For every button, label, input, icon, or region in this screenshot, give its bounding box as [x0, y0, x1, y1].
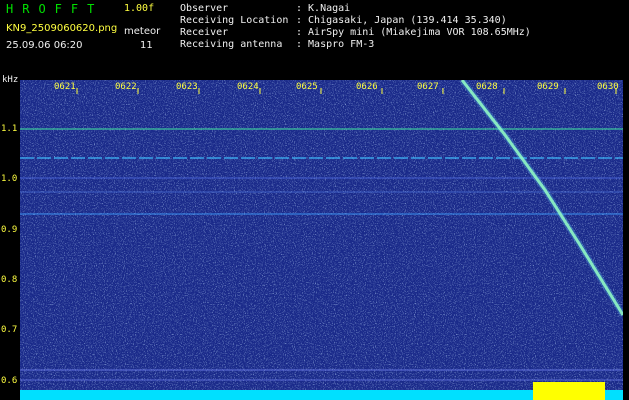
meta-value-location: : Chigasaki, Japan (139.414 35.340) — [296, 15, 507, 26]
x-tick: 0627 — [417, 82, 439, 92]
meta-label-location: Receiving Location — [180, 15, 289, 26]
spectrogram-noise — [20, 80, 623, 400]
meta-label-observer: Observer — [180, 3, 229, 14]
burst-bar — [533, 382, 605, 400]
y-tick: 0.7 — [1, 325, 18, 335]
x-tick: 0628 — [476, 82, 498, 92]
header: HROFFT 1.00f KN9_2509060620.png meteor 2… — [0, 0, 629, 76]
x-tick: 0621 — [54, 82, 76, 92]
y-tick: 1.1 — [1, 124, 18, 134]
meta-label-receiver: Receiver — [180, 27, 229, 38]
x-tick: 0624 — [237, 82, 259, 92]
timestamp: 25.09.06 06:20 — [6, 40, 83, 51]
y-tick: 0.9 — [1, 225, 18, 235]
x-tick: 0630 — [597, 82, 619, 92]
meta-value-observer: : K.Nagai — [296, 3, 351, 14]
y-axis-unit: kHz — [2, 75, 19, 85]
signal-bar — [20, 390, 623, 400]
meta-value-receiver: : AirSpy mini (Miakejima VOR 108.65MHz) — [296, 27, 531, 38]
x-tick: 0625 — [296, 82, 318, 92]
meta-value-antenna: : Maspro FM-3 — [296, 39, 375, 50]
x-tick: 0626 — [356, 82, 378, 92]
x-tick: 0622 — [115, 82, 137, 92]
y-tick: 0.8 — [1, 275, 18, 285]
x-tick: 0623 — [176, 82, 198, 92]
file-name: KN9_2509060620.png — [6, 23, 118, 34]
x-tick: 0629 — [537, 82, 559, 92]
app-title: HROFFT — [6, 2, 104, 16]
meta-label-antenna: Receiving antenna — [180, 39, 283, 50]
spectrogram — [20, 80, 623, 400]
y-tick: 0.6 — [1, 376, 18, 386]
y-tick: 1.0 — [1, 174, 18, 184]
version-label: 1.00f — [124, 3, 155, 14]
type-label: meteor — [124, 26, 161, 37]
meteor-count: 11 — [140, 40, 153, 51]
